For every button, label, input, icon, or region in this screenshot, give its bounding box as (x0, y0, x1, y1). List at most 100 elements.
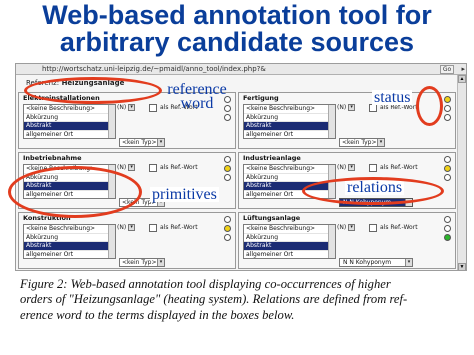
pos-value: (N) (337, 104, 347, 111)
relations-highlight (302, 177, 444, 205)
status-light-icon[interactable] (444, 156, 451, 163)
primitive-option[interactable]: Abkürzung (24, 114, 115, 123)
primitive-option[interactable]: <keine Beschreibung> (24, 225, 115, 234)
type-select[interactable]: <kein Typ>▾ (119, 138, 165, 147)
status-light-icon[interactable] (224, 114, 231, 121)
as-reference-label: als Ref.-Wort (160, 224, 198, 231)
status-light-icon[interactable] (444, 174, 451, 181)
primitives-highlight (8, 166, 142, 218)
status-light-icon[interactable] (444, 114, 451, 121)
chevron-down-icon[interactable]: ▾ (405, 259, 412, 266)
primitive-listbox[interactable]: <keine Beschreibung> Abkürzung Abstrakt all… (243, 224, 336, 259)
primitive-option[interactable]: allgemeiner Ort (244, 131, 335, 138)
primitive-option[interactable]: allgemeiner Ort (24, 251, 115, 258)
status-light-icon[interactable] (224, 156, 231, 163)
reference-checkbox[interactable] (149, 224, 157, 232)
type-value: <kein Typ> (122, 139, 157, 146)
primitive-option[interactable]: <keine Beschreibung> (244, 105, 335, 114)
status-light-icon[interactable] (224, 165, 231, 172)
as-reference-label: als Ref.-Wort (380, 224, 418, 231)
type-select[interactable]: <kein Typ>▾ (339, 138, 385, 147)
status-light-icon[interactable] (224, 225, 231, 232)
status-lights (224, 216, 232, 243)
arrow-right-icon[interactable]: ▸ (461, 64, 465, 75)
url-text[interactable]: http://wortschatz.uni-leipzig.de/~pmaidl… (42, 64, 266, 75)
relation-value: N N Kohyponym (343, 259, 392, 266)
chevron-down-icon[interactable]: ▾ (157, 139, 164, 146)
type-value: <kein Typ> (122, 259, 157, 266)
panel-title: Inbetriebnahme (23, 154, 82, 162)
relation-select[interactable]: N N Kohyponym ▾ (339, 258, 413, 267)
primitive-option[interactable]: <keine Beschreibung> (244, 225, 335, 234)
reference-checkbox[interactable] (149, 164, 157, 172)
primitive-option[interactable]: <keine Beschreibung> (244, 165, 335, 174)
status-lights (444, 96, 452, 123)
pos-value: (N) (117, 164, 127, 171)
primitive-listbox[interactable]: <keine Beschreibung> Abkürzung Abstrakt all… (23, 104, 116, 139)
pos-value: (N) (337, 224, 347, 231)
primitive-option[interactable]: Abkürzung (244, 114, 335, 123)
primitive-option[interactable]: <keine Beschreibung> (24, 105, 115, 114)
status-light-icon[interactable] (444, 216, 451, 223)
listbox-scrollbar[interactable] (328, 105, 335, 138)
primitive-option[interactable]: allgemeiner Ort (24, 131, 115, 138)
caption-line-3: erence word to the terms displayed in th… (20, 307, 295, 322)
as-reference-label: als Ref.-Wort (380, 164, 418, 171)
listbox-scrollbar[interactable] (108, 105, 115, 138)
panel-title: Fertigung (243, 94, 279, 102)
scroll-down-icon[interactable]: ▼ (458, 263, 466, 270)
primitive-option[interactable]: allgemeiner Ort (244, 251, 335, 258)
pos-value: (N) (117, 104, 127, 111)
status-lights (224, 156, 232, 183)
status-light-icon[interactable] (444, 225, 451, 232)
status-light-icon[interactable] (224, 174, 231, 181)
primitive-option[interactable]: Abstrakt (24, 242, 115, 251)
chevron-down-icon[interactable]: ▾ (377, 139, 384, 146)
pos-select[interactable]: (N) ▾ (117, 103, 145, 112)
chevron-down-icon[interactable]: ▾ (348, 104, 356, 111)
pos-select[interactable]: (N) ▾ (337, 103, 365, 112)
caption-line-1: Figure 2: Web-based annotation tool disp… (20, 277, 391, 291)
status-light-icon[interactable] (444, 165, 451, 172)
chevron-down-icon[interactable]: ▾ (128, 104, 136, 111)
chevron-down-icon[interactable]: ▾ (157, 259, 164, 266)
primitives-annotation: primitives (150, 186, 219, 203)
primitive-option[interactable]: Abstrakt (24, 122, 115, 131)
pos-value: (N) (117, 224, 127, 231)
pos-select[interactable]: (N) ▾ (117, 223, 145, 232)
chevron-down-icon[interactable]: ▾ (128, 164, 136, 171)
reference-word-highlight (24, 77, 162, 104)
address-bar[interactable]: http://wortschatz.uni-leipzig.de/~pmaidl… (16, 64, 466, 75)
scroll-up-icon[interactable]: ▲ (458, 75, 466, 83)
status-highlight (416, 86, 443, 126)
primitive-option[interactable]: Abkürzung (244, 234, 335, 243)
type-value: <kein Typ> (342, 139, 377, 146)
status-light-icon[interactable] (444, 105, 451, 112)
reference-checkbox[interactable] (149, 104, 157, 112)
listbox-scrollbar[interactable] (328, 225, 335, 258)
chevron-down-icon[interactable]: ▾ (348, 164, 356, 171)
reference-checkbox[interactable] (369, 164, 377, 172)
type-select[interactable]: <kein Typ>▾ (119, 258, 165, 267)
pos-select[interactable]: (N) ▾ (117, 163, 145, 172)
panel-title: Industrieanlage (243, 154, 301, 162)
primitive-listbox[interactable]: <keine Beschreibung> Abkürzung Abstrakt all… (243, 104, 336, 139)
chevron-down-icon[interactable]: ▾ (348, 224, 356, 231)
status-light-icon[interactable] (224, 216, 231, 223)
primitive-option[interactable]: Abstrakt (244, 122, 335, 131)
vertical-scrollbar[interactable]: ▲ ▼ (457, 75, 466, 270)
pos-select[interactable]: (N) ▾ (337, 163, 365, 172)
go-button[interactable]: Go (440, 65, 454, 74)
slide-title-line-2: arbitrary candidate sources (59, 27, 415, 57)
status-light-icon[interactable] (444, 96, 451, 103)
primitive-option[interactable]: Abstrakt (244, 242, 335, 251)
chevron-down-icon[interactable]: ▾ (128, 224, 136, 231)
listbox-scrollbar[interactable] (108, 225, 115, 258)
pos-select[interactable]: (N) ▾ (337, 223, 365, 232)
status-light-icon[interactable] (224, 234, 231, 241)
primitive-listbox[interactable]: <keine Beschreibung> Abkürzung Abstrakt all… (23, 224, 116, 259)
reference-checkbox[interactable] (369, 224, 377, 232)
status-light-icon[interactable] (444, 234, 451, 241)
primitive-option[interactable]: Abkürzung (24, 234, 115, 243)
pos-value: (N) (337, 164, 347, 171)
